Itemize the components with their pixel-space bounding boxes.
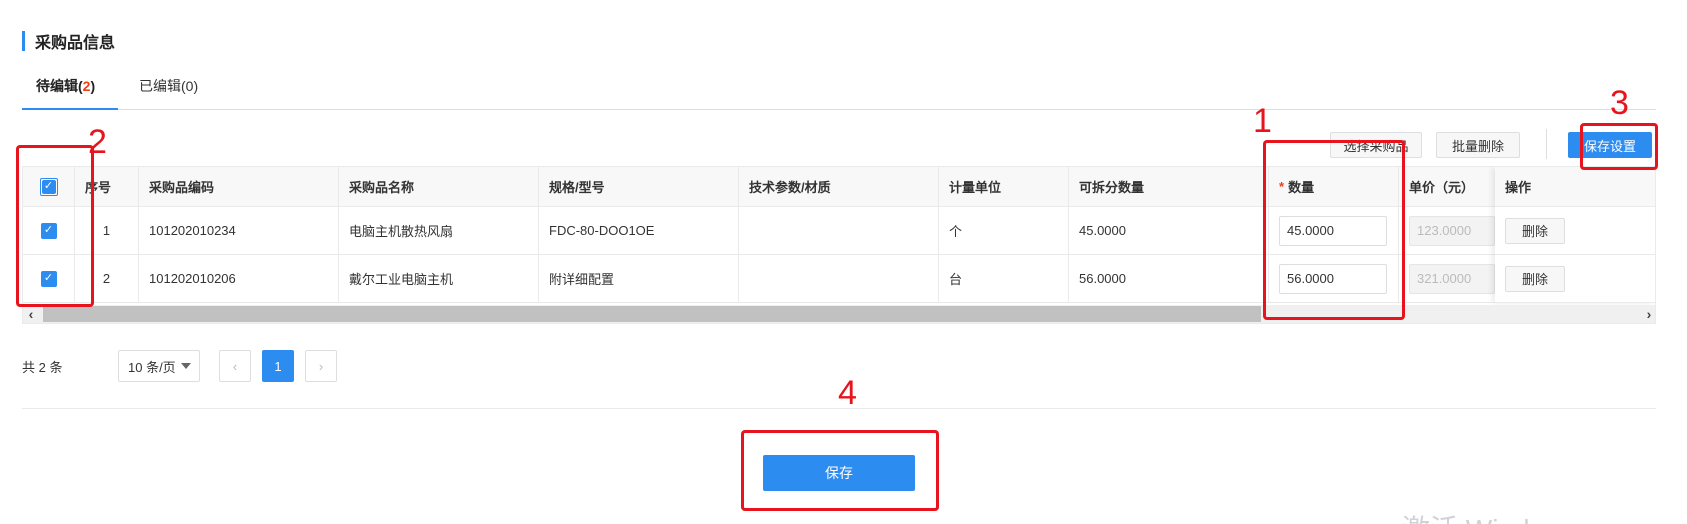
batch-delete-button[interactable]: 批量删除 <box>1436 132 1520 158</box>
annotation-box-checkboxes <box>16 145 94 307</box>
section-header: 采购品信息 <box>22 31 116 52</box>
tab-pending-edit[interactable]: 待编辑(2) <box>36 76 95 96</box>
col-code: 采购品编码 <box>139 167 339 206</box>
cell-tech <box>739 207 939 254</box>
caret-down-icon <box>181 363 191 369</box>
annotation-box-save-settings <box>1580 123 1658 170</box>
cell-code: 101202010234 <box>139 207 339 254</box>
page-size-select[interactable]: 10 条/页 <box>118 350 200 382</box>
cell-tech <box>739 255 939 302</box>
col-tech: 技术参数/材质 <box>739 167 939 206</box>
page-size-value: 10 条/页 <box>128 359 176 375</box>
fixed-action-column: 操作 删除 删除 <box>1495 167 1655 303</box>
col-unit: 计量单位 <box>939 167 1069 206</box>
cell-spec: FDC-80-DOO1OE <box>539 207 739 254</box>
table-row: ✓ 1 101202010234 电脑主机散热风扇 FDC-80-DOO1OE … <box>23 207 1655 255</box>
section-title: 采购品信息 <box>35 35 116 52</box>
annotation-box-quantity <box>1263 140 1405 320</box>
col-name: 采购品名称 <box>339 167 539 206</box>
table-header: ✓ 序号 采购品编码 采购品名称 规格/型号 技术参数/材质 计量单位 可拆分数… <box>23 167 1655 207</box>
annotation-box-save <box>741 430 939 511</box>
toolbar-divider <box>1546 129 1547 159</box>
cell-name: 电脑主机散热风扇 <box>339 207 539 254</box>
tab-pending-suffix: ) <box>90 78 96 94</box>
col-splittable: 可拆分数量 <box>1069 167 1269 206</box>
delete-row-button[interactable]: 删除 <box>1505 217 1565 244</box>
prev-page-button[interactable]: ‹ <box>219 350 251 382</box>
scroll-thumb[interactable] <box>43 306 1261 322</box>
cell-splittable: 56.0000 <box>1069 255 1269 302</box>
col-action: 操作 <box>1495 167 1655 207</box>
price-input <box>1409 215 1495 246</box>
next-page-button[interactable]: › <box>305 350 337 382</box>
items-table: ✓ 序号 采购品编码 采购品名称 规格/型号 技术参数/材质 计量单位 可拆分数… <box>22 166 1656 324</box>
col-spec: 规格/型号 <box>539 167 739 206</box>
tab-bar: 待编辑(2) 已编辑(0) <box>22 70 1656 110</box>
scroll-right-icon[interactable]: › <box>1641 305 1655 323</box>
tab-edited[interactable]: 已编辑(0) <box>139 76 198 96</box>
cell-splittable: 45.0000 <box>1069 207 1269 254</box>
annotation-number-4: 4 <box>838 374 857 412</box>
annotation-number-3: 3 <box>1610 84 1629 122</box>
annotation-number-1: 1 <box>1253 102 1272 140</box>
cell-unit: 个 <box>939 207 1069 254</box>
windows-watermark: 激活 Windows <box>1402 508 1579 524</box>
cell-unit: 台 <box>939 255 1069 302</box>
tab-pending-label: 待编辑( <box>36 78 83 94</box>
horizontal-scrollbar[interactable]: ‹ › <box>23 305 1655 323</box>
annotation-number-2: 2 <box>88 123 107 161</box>
table-row: ✓ 2 101202010206 戴尔工业电脑主机 附详细配置 台 56.000… <box>23 255 1655 303</box>
action-cell: 删除 <box>1495 255 1655 303</box>
total-count: 共 2 条 <box>22 359 63 375</box>
section-accent-bar <box>22 31 25 51</box>
price-input <box>1409 263 1495 294</box>
pagination: 共 2 条 10 条/页 ‹ 1 › <box>22 350 348 382</box>
cell-spec: 附详细配置 <box>539 255 739 302</box>
cell-code: 101202010206 <box>139 255 339 302</box>
page-button-current[interactable]: 1 <box>262 350 294 382</box>
scroll-left-icon[interactable]: ‹ <box>23 305 39 323</box>
action-cell: 删除 <box>1495 207 1655 255</box>
active-tab-indicator <box>22 108 118 110</box>
cell-name: 戴尔工业电脑主机 <box>339 255 539 302</box>
delete-row-button[interactable]: 删除 <box>1505 265 1565 292</box>
